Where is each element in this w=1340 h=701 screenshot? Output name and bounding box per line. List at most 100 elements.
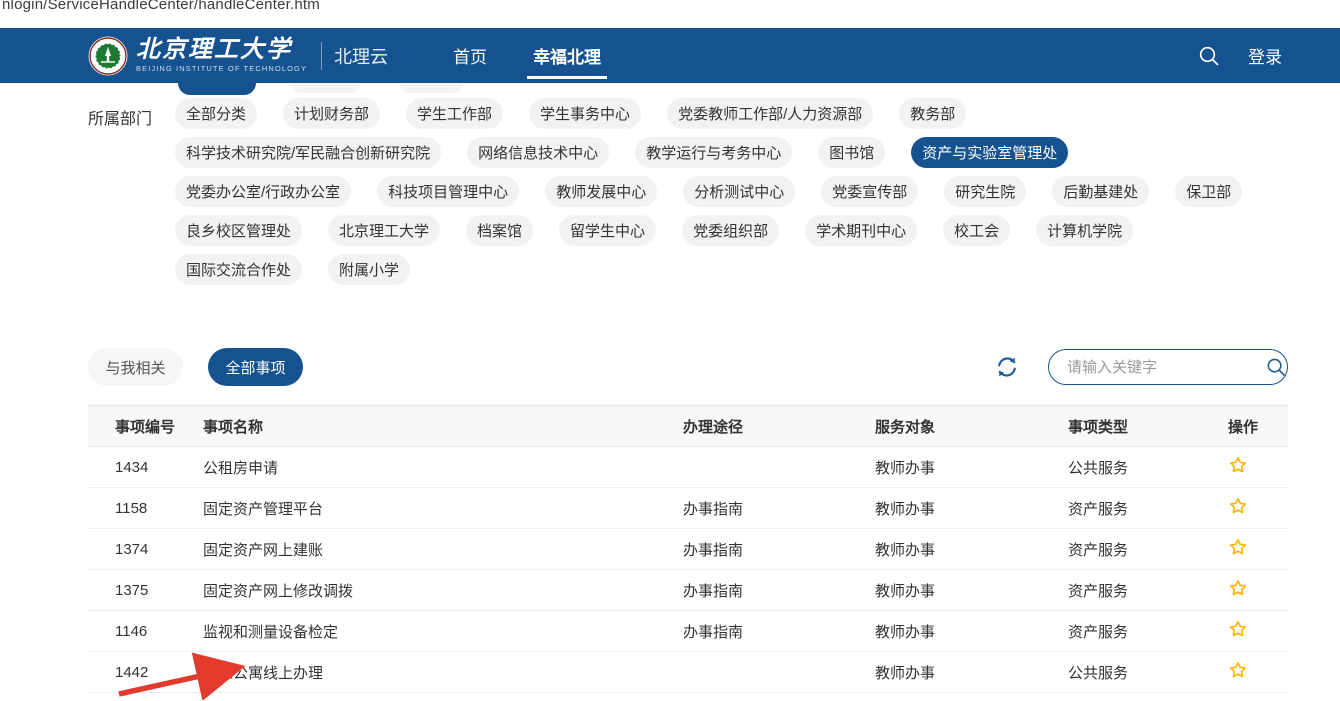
item-name-cell[interactable]: 固定资产管理平台	[195, 488, 675, 529]
cutoff-tag	[291, 83, 361, 93]
tag-row: 党委办公室/行政办公室科技项目管理中心教师发展中心分析测试中心党委宣传部研究生院…	[175, 176, 1300, 207]
filter-tag[interactable]: 党委组织部	[682, 215, 779, 246]
favorite-star-icon[interactable]	[1228, 578, 1248, 598]
site-logo[interactable]: 北京理工大学 BEIJING INSTITUTE OF TECHNOLOGY 北…	[88, 36, 388, 76]
type-cell: 公共服务	[1060, 447, 1220, 488]
active-tab-underline	[527, 76, 607, 79]
main-nav: 首页 幸福北理	[430, 28, 624, 83]
action-cell	[1220, 447, 1288, 488]
logo-divider	[321, 42, 322, 70]
tag-row: 全部分类计划财务部学生工作部学生事务中心党委教师工作部/人力资源部教务部	[175, 98, 1300, 129]
table-row[interactable]: 1158固定资产管理平台办事指南教师办事资产服务	[88, 488, 1288, 529]
tag-row: 科学技术研究院/军民融合创新研究院网络信息技术中心教学运行与考务中心图书馆资产与…	[175, 137, 1300, 168]
audience-cell: 教师办事	[867, 488, 1060, 529]
channel-cell: 办事指南	[675, 529, 867, 570]
audience-cell: 教师办事	[867, 570, 1060, 611]
table-header-row: 事项编号事项名称办理途径服务对象事项类型操作	[88, 406, 1288, 447]
filter-tag[interactable]: 国际交流合作处	[175, 254, 302, 285]
search-submit-icon[interactable]	[1266, 357, 1286, 377]
filter-tag[interactable]: 网络信息技术中心	[467, 137, 609, 168]
nav-item-home[interactable]: 首页	[441, 28, 499, 83]
item-name-cell[interactable]: 监视和测量设备检定	[195, 611, 675, 652]
item-name-cell[interactable]: 固定资产网上建账	[195, 529, 675, 570]
filter-tag[interactable]: 档案馆	[466, 215, 533, 246]
item-id-cell: 1442	[88, 652, 195, 693]
filter-tag[interactable]: 图书馆	[818, 137, 885, 168]
item-id-cell: 1374	[88, 529, 195, 570]
item-name-cell[interactable]: 教工公寓线上办理	[195, 652, 675, 693]
filter-tag[interactable]: 党委教师工作部/人力资源部	[667, 98, 873, 129]
cutoff-tag	[399, 83, 463, 93]
item-id-cell: 1146	[88, 611, 195, 652]
filter-tag[interactable]: 全部分类	[175, 98, 257, 129]
tag-row: 良乡校区管理处北京理工大学档案馆留学生中心党委组织部学术期刊中心校工会计算机学院	[175, 215, 1300, 246]
item-name-cell[interactable]: 固定资产网上修改调拨	[195, 570, 675, 611]
filter-tag[interactable]: 教学运行与考务中心	[635, 137, 792, 168]
login-button[interactable]: 登录	[1248, 43, 1282, 68]
favorite-star-icon[interactable]	[1228, 496, 1248, 516]
keyword-search-input[interactable]	[1067, 359, 1266, 376]
item-id-cell: 1375	[88, 570, 195, 611]
channel-cell: 办事指南	[675, 611, 867, 652]
favorite-star-icon[interactable]	[1228, 537, 1248, 557]
nav-happy-bit-label: 幸福北理	[533, 43, 601, 68]
tab-all-items[interactable]: 全部事项	[208, 348, 303, 386]
filter-tag[interactable]: 党委办公室/行政办公室	[175, 176, 351, 207]
table-row[interactable]: 1434公租房申请 教师办事公共服务	[88, 447, 1288, 488]
table-row[interactable]: 1442教工公寓线上办理教师办事公共服务	[88, 652, 1288, 693]
filter-tag[interactable]: 教师发展中心	[545, 176, 657, 207]
item-id-cell: 1434	[88, 447, 195, 488]
favorite-star-icon[interactable]	[1228, 660, 1248, 680]
column-header: 办理途径	[675, 406, 867, 447]
table-row[interactable]: 1146监视和测量设备检定办事指南教师办事资产服务	[88, 611, 1288, 652]
browser-url-text: nlogin/ServiceHandleCenter/handleCenter.…	[2, 0, 320, 13]
nav-home-label: 首页	[453, 43, 487, 68]
audience-cell: 教师办事	[867, 447, 1060, 488]
table-row[interactable]: 1374固定资产网上建账办事指南教师办事资产服务	[88, 529, 1288, 570]
filter-tag[interactable]: 北京理工大学	[328, 215, 440, 246]
filter-tag[interactable]: 科学技术研究院/军民融合创新研究院	[175, 137, 441, 168]
type-cell: 资产服务	[1060, 529, 1220, 570]
favorite-star-icon[interactable]	[1228, 455, 1248, 475]
filter-tag[interactable]: 计算机学院	[1036, 215, 1133, 246]
item-name-cell[interactable]: 公租房申请	[195, 447, 675, 488]
type-cell: 公共服务	[1060, 652, 1220, 693]
filter-tag[interactable]: 教务部	[899, 98, 966, 129]
filter-tag[interactable]: 计划财务部	[283, 98, 380, 129]
filter-tag[interactable]: 校工会	[943, 215, 1010, 246]
filter-tag[interactable]: 留学生中心	[559, 215, 656, 246]
service-items-table: 事项编号事项名称办理途径服务对象事项类型操作 1434公租房申请教师办事公共服务…	[88, 405, 1288, 693]
nav-item-happy-bit[interactable]: 幸福北理	[521, 28, 613, 83]
filter-tag[interactable]: 后勤基建处	[1052, 176, 1149, 207]
audience-cell: 教师办事	[867, 529, 1060, 570]
favorite-star-icon[interactable]	[1228, 619, 1248, 639]
column-header: 事项名称	[195, 406, 675, 447]
filter-tag[interactable]: 学术期刊中心	[805, 215, 917, 246]
column-header: 操作	[1220, 406, 1288, 447]
type-cell: 资产服务	[1060, 488, 1220, 529]
type-cell: 资产服务	[1060, 611, 1220, 652]
filter-tag[interactable]: 研究生院	[944, 176, 1026, 207]
channel-cell: 办事指南	[675, 570, 867, 611]
filter-tag[interactable]: 科技项目管理中心	[377, 176, 519, 207]
action-cell	[1220, 652, 1288, 693]
filter-tag[interactable]: 党委宣传部	[821, 176, 918, 207]
filter-tag[interactable]: 学生事务中心	[529, 98, 641, 129]
table-row[interactable]: 1375固定资产网上修改调拨办事指南教师办事资产服务	[88, 570, 1288, 611]
university-name-en: BEIJING INSTITUTE OF TECHNOLOGY	[136, 65, 307, 73]
type-cell: 资产服务	[1060, 570, 1220, 611]
filter-tag[interactable]: 保卫部	[1175, 176, 1242, 207]
header-search-icon[interactable]	[1198, 45, 1220, 67]
filter-tag[interactable]: 分析测试中心	[683, 176, 795, 207]
refresh-icon[interactable]	[993, 353, 1021, 381]
filter-tag[interactable]: 资产与实验室管理处	[911, 137, 1068, 168]
department-filter-label: 所属部门	[88, 105, 152, 129]
action-cell	[1220, 529, 1288, 570]
filter-tag[interactable]: 良乡校区管理处	[175, 215, 302, 246]
tag-row: 国际交流合作处附属小学	[175, 254, 1300, 285]
university-name-cn: 北京理工大学	[136, 38, 307, 62]
filter-tag[interactable]: 附属小学	[328, 254, 410, 285]
filter-tag[interactable]: 学生工作部	[406, 98, 503, 129]
tab-related-to-me[interactable]: 与我相关	[88, 348, 183, 386]
column-header: 服务对象	[867, 406, 1060, 447]
